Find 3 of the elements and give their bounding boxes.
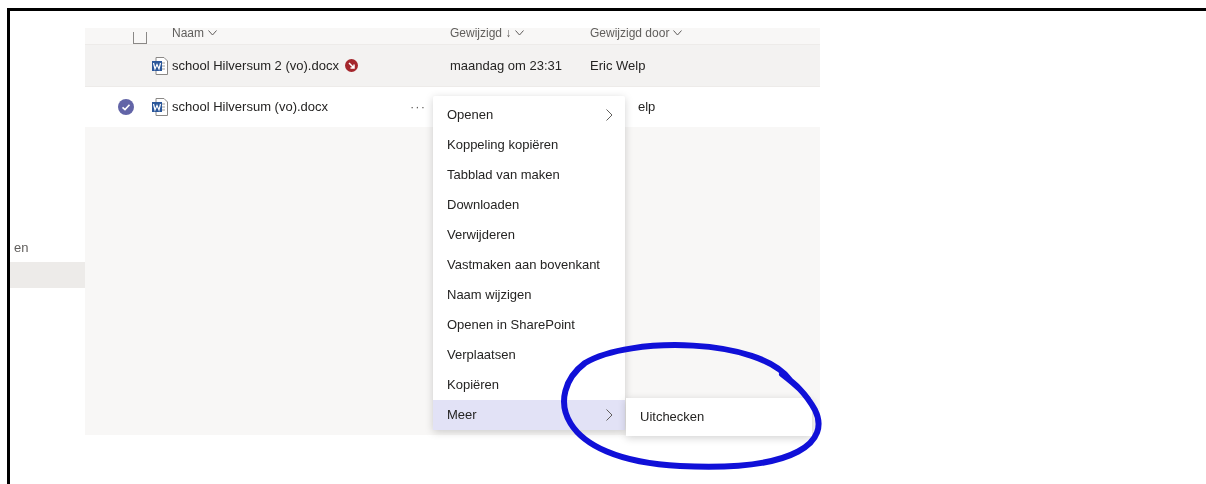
table-cell: maandag om 23:31 <box>450 57 563 73</box>
table-cell: elp <box>638 99 656 115</box>
table-cell: Eric Welp <box>590 57 646 73</box>
